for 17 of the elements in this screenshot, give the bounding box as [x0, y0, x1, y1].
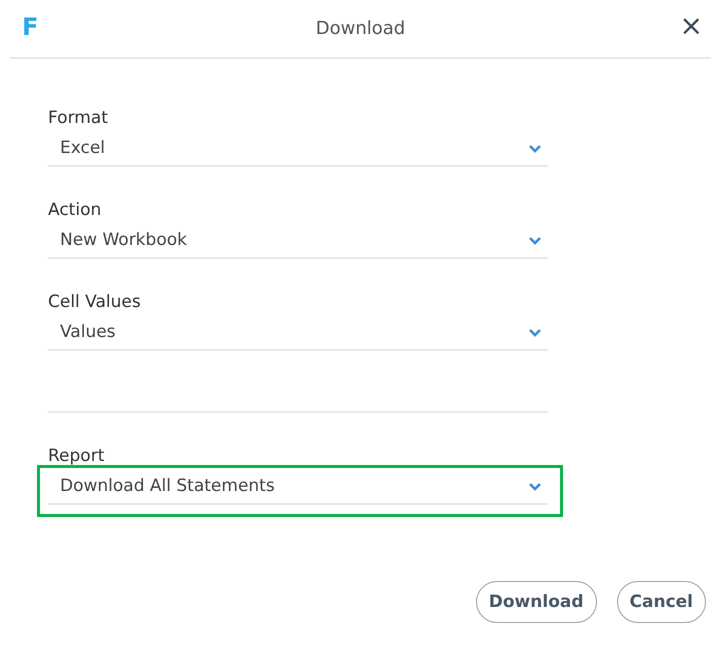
- dropdown-field[interactable]: Values: [48, 315, 548, 351]
- field-label: Cell Values: [48, 291, 142, 314]
- chevron-down-icon: [528, 328, 542, 336]
- close-button[interactable]: ×: [676, 12, 707, 40]
- chevron-down-icon: [528, 236, 542, 244]
- dialog-button[interactable]: Download: [476, 581, 597, 623]
- field-label: Report: [48, 445, 106, 468]
- dropdown-field[interactable]: Excel: [48, 131, 548, 167]
- field-label: Format: [48, 107, 109, 130]
- dialog-title: Download: [316, 18, 406, 39]
- chevron-down-icon: [528, 482, 542, 490]
- app-logo: F: [22, 13, 38, 41]
- dropdown-field[interactable]: New Workbook: [48, 223, 548, 259]
- dialog-button[interactable]: Cancel: [616, 581, 706, 623]
- field-label: Action: [48, 199, 102, 222]
- dropdown-field[interactable]: Download All Statements: [48, 469, 548, 505]
- chevron-down-icon: [528, 144, 542, 152]
